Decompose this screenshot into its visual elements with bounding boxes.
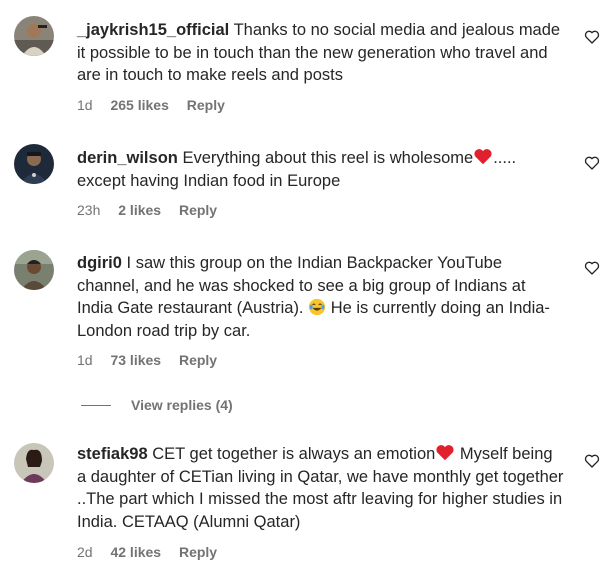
tears-of-joy-emoji	[309, 298, 326, 316]
reply-button[interactable]: Reply	[179, 202, 217, 218]
comment-username[interactable]: dgiri0	[77, 254, 122, 272]
view-replies-label[interactable]: View replies (4)	[131, 397, 233, 413]
heart-outline-icon[interactable]	[584, 29, 600, 45]
comment-meta: 2d 42 likes Reply	[77, 544, 231, 560]
view-replies-divider	[81, 404, 111, 406]
avatar[interactable]	[14, 250, 54, 290]
comment-meta: 23h 2 likes Reply	[77, 202, 231, 218]
comment-username[interactable]: stefiak98	[77, 445, 148, 463]
avatar[interactable]	[14, 16, 54, 56]
heart-outline-icon[interactable]	[584, 155, 600, 171]
comment-text-block: derin_wilson Everything about this reel …	[77, 147, 565, 192]
comment-likes[interactable]: 73 likes	[110, 352, 161, 368]
comment-meta: 1d 73 likes Reply	[77, 352, 231, 368]
comment-text-block: stefiak98 CET get together is always an …	[77, 443, 565, 533]
comment-text-block: dgiri0 I saw this group on the Indian Ba…	[77, 252, 565, 342]
comment-meta: 1d 265 likes Reply	[77, 97, 239, 113]
heart-outline-icon[interactable]	[584, 260, 600, 276]
comment-time: 1d	[77, 352, 93, 368]
comment-username[interactable]: derin_wilson	[77, 149, 178, 167]
view-replies-button[interactable]: View replies (4)	[81, 395, 233, 415]
comment-likes[interactable]: 265 likes	[110, 97, 168, 113]
reply-button[interactable]: Reply	[187, 97, 225, 113]
comment-text-block: _jaykrish15_official Thanks to no social…	[77, 19, 565, 87]
comment-time: 2d	[77, 544, 93, 560]
heart-outline-icon[interactable]	[584, 453, 600, 469]
comment-likes[interactable]: 2 likes	[118, 202, 161, 218]
red-heart-emoji	[436, 445, 454, 461]
comment-time: 23h	[77, 202, 101, 218]
reply-button[interactable]: Reply	[179, 352, 217, 368]
comment-body-before: CET get together is always an emotion	[152, 445, 436, 463]
avatar[interactable]	[14, 144, 54, 184]
comment-time: 1d	[77, 97, 93, 113]
comment-body-before: Everything about this reel is wholesome	[182, 149, 474, 167]
red-heart-emoji	[474, 149, 492, 165]
reply-button[interactable]: Reply	[179, 544, 217, 560]
avatar[interactable]	[14, 443, 54, 483]
comment-likes[interactable]: 42 likes	[110, 544, 161, 560]
comment-username[interactable]: _jaykrish15_official	[77, 21, 229, 39]
